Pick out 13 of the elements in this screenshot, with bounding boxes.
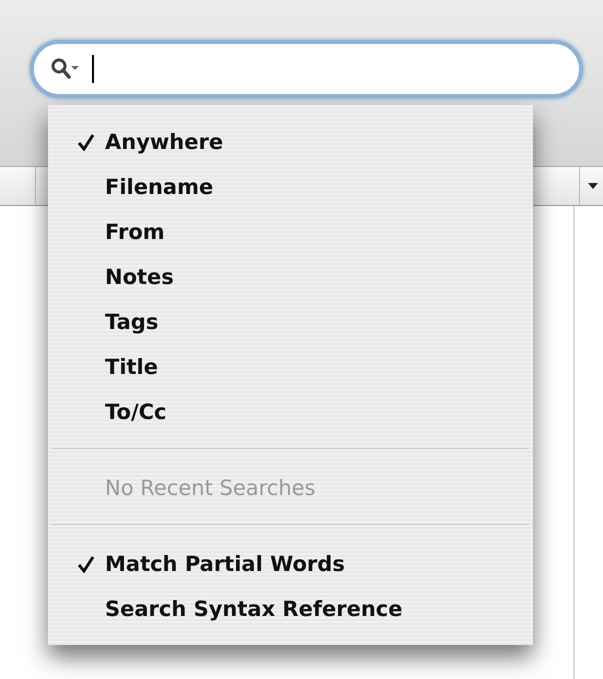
menu-item[interactable]: Filename xyxy=(48,164,533,209)
menu-item[interactable]: Title xyxy=(48,344,533,389)
menu-item[interactable]: Notes xyxy=(48,254,533,299)
menu-item[interactable]: From xyxy=(48,209,533,254)
caret-icon[interactable] xyxy=(588,183,598,189)
search-field[interactable] xyxy=(30,40,583,98)
menu-item[interactable]: Match Partial Words xyxy=(48,541,533,586)
text-cursor xyxy=(92,55,94,83)
search-icon[interactable] xyxy=(50,57,80,81)
menu-item[interactable]: To/Cc xyxy=(48,389,533,434)
menu-item[interactable]: Anywhere xyxy=(48,119,533,164)
menu-item[interactable]: Search Syntax Reference xyxy=(48,586,533,631)
menu-item[interactable]: Tags xyxy=(48,299,533,344)
